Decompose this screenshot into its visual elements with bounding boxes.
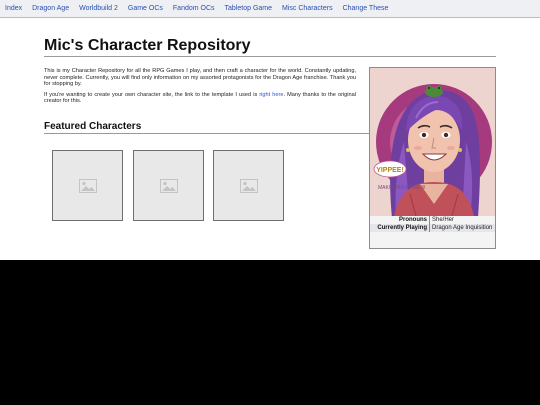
- intro-paragraph-2: If you're wanting to create your own cha…: [44, 92, 356, 105]
- nav-link-tabletop-game[interactable]: Tabletop Game: [220, 5, 277, 12]
- infobox-key: Pronouns: [370, 216, 430, 224]
- infobox-key: Currently Playing: [370, 224, 430, 232]
- infobox-row-currently-playing: Currently Playing Dragon Age Inquisition: [370, 224, 495, 232]
- featured-character-thumbnail[interactable]: [52, 150, 123, 221]
- character-infobox: YIPPEE! MAKOWKA PICREW Pronouns She/Her …: [369, 67, 496, 249]
- infobox-value: Dragon Age Inquisition: [429, 224, 495, 232]
- page-title: Mic's Character Repository: [44, 37, 496, 57]
- image-placeholder-icon: [159, 178, 178, 193]
- infobox-value: She/Her: [432, 217, 455, 223]
- featured-characters-heading: Featured Characters: [44, 121, 370, 134]
- top-nav: Index Dragon Age Worldbuild 2 Game OCs F…: [0, 0, 540, 18]
- portrait-caption-yippee: YIPPEE!: [376, 167, 404, 174]
- infobox-table: Pronouns She/Her Currently Playing Drago…: [370, 216, 495, 232]
- nav-link-misc-characters[interactable]: Misc Characters: [277, 5, 338, 12]
- image-placeholder-icon: [239, 178, 258, 193]
- main-content: Mic's Character Repository This is my Ch…: [0, 18, 540, 260]
- intro-text: This is my Character Repository for all …: [44, 68, 356, 109]
- nav-link-game-ocs[interactable]: Game OCs: [123, 5, 168, 12]
- nav-link-dragon-age[interactable]: Dragon Age: [27, 5, 74, 12]
- portrait-illustration: YIPPEE! MAKOWKA PICREW: [370, 68, 495, 216]
- featured-character-thumbnail[interactable]: [133, 150, 204, 221]
- intro-text-before-link: If you're wanting to create your own cha…: [44, 91, 260, 98]
- nav-link-change-these[interactable]: Change These: [338, 5, 394, 12]
- infobox-row-pronouns: Pronouns She/Her: [370, 216, 495, 224]
- character-portrait: YIPPEE! MAKOWKA PICREW: [370, 68, 495, 216]
- nav-link-worldbuild-2[interactable]: Worldbuild 2: [74, 5, 123, 12]
- portrait-watermark: MAKOWKA PICREW: [378, 185, 426, 191]
- intro-paragraph-1: This is my Character Repository for all …: [44, 68, 356, 88]
- nav-link-fandom-ocs[interactable]: Fandom OCs: [168, 5, 220, 12]
- template-link[interactable]: right here: [259, 92, 283, 98]
- featured-character-thumbnail[interactable]: [213, 150, 284, 221]
- image-placeholder-icon: [78, 178, 97, 193]
- nav-link-index[interactable]: Index: [0, 5, 27, 12]
